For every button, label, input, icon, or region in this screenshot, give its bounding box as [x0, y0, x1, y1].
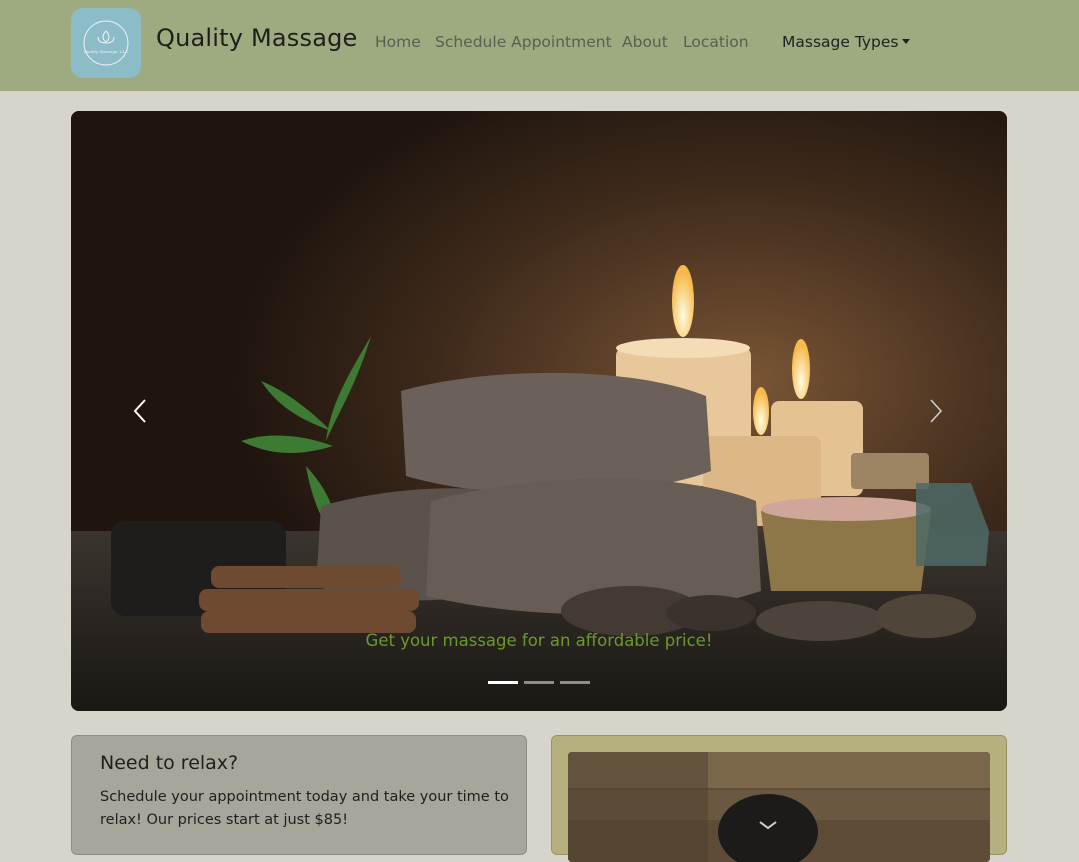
- carousel-prev-button[interactable]: [126, 396, 156, 426]
- lotus-logo-icon: Quality Massage, LLC: [83, 20, 129, 66]
- dropdown-label: Massage Types: [782, 33, 899, 51]
- nav-link-about[interactable]: About: [622, 33, 668, 51]
- carousel-indicator-3[interactable]: [560, 681, 590, 684]
- logo[interactable]: Quality Massage, LLC: [71, 8, 141, 78]
- navbar: Quality Massage, LLC Quality Massage Hom…: [0, 0, 1079, 91]
- spa-towels-candles-image: [71, 111, 1007, 711]
- image-card: [551, 735, 1007, 862]
- carousel-caption: Get your massage for an affordable price…: [365, 631, 713, 650]
- caret-down-icon: [901, 39, 910, 44]
- massage-photo-image: [568, 752, 990, 862]
- carousel-indicator-1[interactable]: [488, 681, 518, 684]
- carousel-indicators: [488, 681, 590, 684]
- hero-carousel: Get your massage for an affordable price…: [71, 111, 1007, 711]
- carousel-next-button[interactable]: [920, 396, 950, 426]
- massage-photo: [568, 752, 990, 862]
- relax-card-text: Schedule your appointment today and take…: [100, 789, 509, 828]
- brand-name[interactable]: Quality Massage: [156, 24, 358, 52]
- relax-card: Need to relax? Schedule your appointment…: [71, 735, 527, 855]
- nav-link-location[interactable]: Location: [683, 33, 749, 51]
- chevron-right-icon: [930, 399, 943, 423]
- massage-types-dropdown[interactable]: Massage Types: [782, 33, 910, 51]
- chevron-left-icon: [133, 399, 146, 423]
- nav-link-schedule-appointment[interactable]: Schedule Appointment: [435, 33, 612, 51]
- carousel-indicator-2[interactable]: [524, 681, 554, 684]
- nav-link-home[interactable]: Home: [375, 33, 421, 51]
- logo-text: Quality Massage, LLC: [84, 49, 129, 54]
- relax-card-title: Need to relax?: [100, 752, 239, 774]
